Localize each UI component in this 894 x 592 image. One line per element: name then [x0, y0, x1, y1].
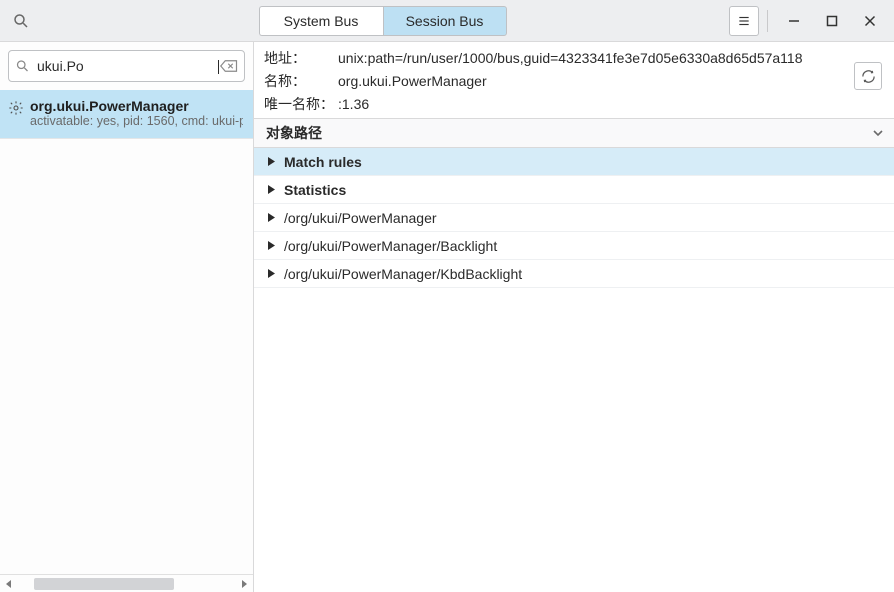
triangle-right-icon: [264, 269, 278, 278]
triangle-right-icon: [264, 157, 278, 166]
clear-search-button[interactable]: [220, 59, 238, 73]
tab-system-bus[interactable]: System Bus: [259, 6, 383, 36]
address-value: unix:path=/run/user/1000/bus,guid=432334…: [338, 50, 854, 66]
window-minimize-button[interactable]: [776, 6, 812, 36]
object-path-tree: Match rules Statistics /org/ukui/PowerMa…: [254, 148, 894, 592]
triangle-right-icon: [264, 213, 278, 222]
tab-session-bus[interactable]: Session Bus: [383, 6, 507, 36]
address-label: 地址：: [264, 48, 338, 68]
search-input[interactable]: [37, 58, 218, 74]
bus-name-subtitle: activatable: yes, pid: 1560, cmd: ukui-p…: [30, 114, 243, 128]
tree-row-statistics[interactable]: Statistics: [254, 176, 894, 204]
object-path-header-label: 对象路径: [266, 123, 322, 143]
main-panel: 地址： unix:path=/run/user/1000/bus,guid=43…: [254, 42, 894, 592]
chevron-down-icon: [872, 127, 884, 139]
app-magnifier-icon: [6, 6, 36, 36]
unique-name-label: 唯一名称：: [264, 94, 338, 114]
scroll-right-icon: [237, 580, 251, 588]
gear-icon: [8, 100, 24, 116]
search-icon: [15, 59, 30, 74]
tree-row-object-path[interactable]: /org/ukui/PowerManager/Backlight: [254, 232, 894, 260]
window-close-button[interactable]: [852, 6, 888, 36]
triangle-right-icon: [264, 241, 278, 250]
tree-row-object-path[interactable]: /org/ukui/PowerManager: [254, 204, 894, 232]
close-icon: [864, 15, 876, 27]
name-label: 名称：: [264, 71, 338, 91]
refresh-icon: [861, 69, 876, 84]
scrollbar-thumb[interactable]: [34, 578, 174, 590]
backspace-icon: [220, 59, 238, 73]
connection-info: 地址： unix:path=/run/user/1000/bus,guid=43…: [254, 42, 894, 118]
titlebar: System Bus Session Bus: [0, 0, 894, 42]
window-maximize-button[interactable]: [814, 6, 850, 36]
bus-name-title: org.ukui.PowerManager: [30, 98, 243, 114]
search-input-wrap: [8, 50, 245, 82]
separator: [767, 10, 768, 32]
unique-name-value: :1.36: [338, 96, 854, 112]
tree-row-object-path[interactable]: /org/ukui/PowerManager/KbdBacklight: [254, 260, 894, 288]
sidebar: org.ukui.PowerManager activatable: yes, …: [0, 42, 254, 592]
minimize-icon: [788, 15, 800, 27]
hamburger-menu-button[interactable]: [729, 6, 759, 36]
bus-name-item[interactable]: org.ukui.PowerManager activatable: yes, …: [0, 90, 253, 139]
name-value: org.ukui.PowerManager: [338, 73, 854, 89]
hamburger-icon: [737, 14, 751, 28]
scroll-left-icon: [2, 580, 16, 588]
object-path-header[interactable]: 对象路径: [254, 118, 894, 148]
triangle-right-icon: [264, 185, 278, 194]
maximize-icon: [826, 15, 838, 27]
tree-row-match-rules[interactable]: Match rules: [254, 148, 894, 176]
sidebar-horizontal-scrollbar[interactable]: [0, 574, 253, 592]
bus-tabs: System Bus Session Bus: [259, 6, 507, 36]
refresh-button[interactable]: [854, 62, 882, 90]
